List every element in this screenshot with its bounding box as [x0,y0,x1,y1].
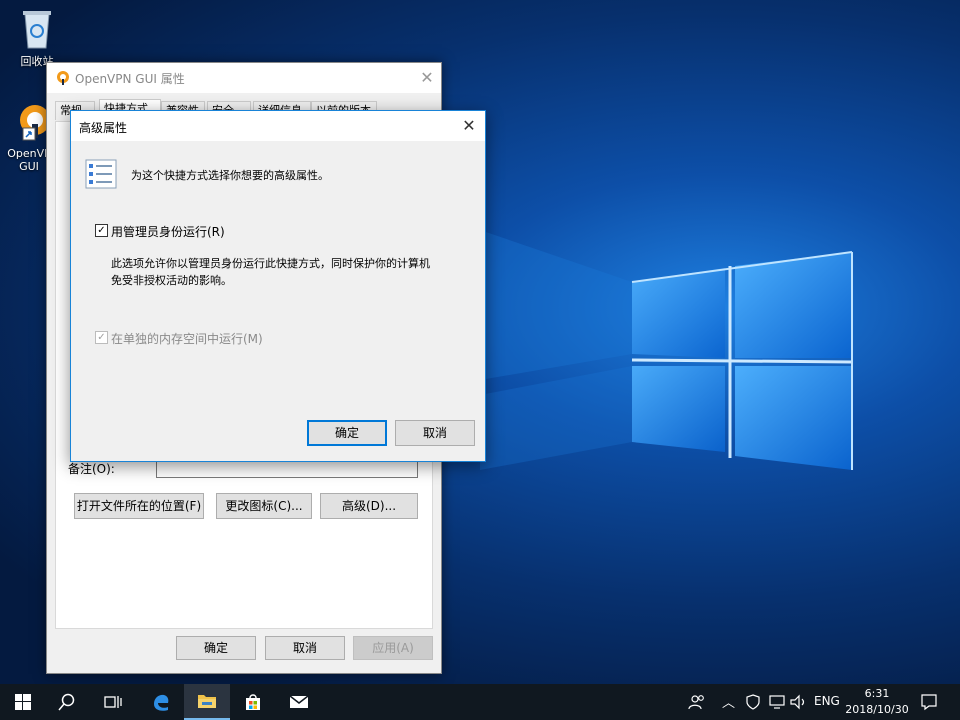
task-view-button[interactable] [90,684,136,720]
checklist-icon [85,159,117,189]
edge-icon [154,694,169,711]
recycle-bin-icon [23,11,51,49]
close-icon[interactable]: ✕ [415,67,439,89]
separate-memory-label: 在单独的内存空间中运行(M) [111,332,263,346]
file-explorer-icon [198,695,216,708]
search-button[interactable] [44,684,90,720]
store-icon [246,694,260,710]
change-icon-button[interactable]: 更改图标(C)... [216,493,312,519]
openvpn-icon [20,105,50,141]
dialog-ok-button[interactable]: 确定 [307,420,387,446]
ok-button[interactable]: 确定 [176,636,256,660]
task-view-icon [104,696,122,708]
volume-icon[interactable] [790,694,808,710]
properties-title: OpenVPN GUI 属性 [75,72,185,86]
advanced-button[interactable]: 高级(D)... [320,493,418,519]
start-icon [15,694,31,710]
run-as-admin-checkbox[interactable]: ✓ [95,224,108,237]
dialog-titlebar: 高级属性 ✕ [71,111,485,141]
mail-icon [289,695,309,708]
cancel-button[interactable]: 取消 [265,636,345,660]
separate-memory-checkbox: ✓ [95,331,108,344]
store-button[interactable] [230,684,276,720]
taskbar: ︿ ENG 6:31 2018/10/30 [0,684,960,720]
clock-time: 6:31 [864,687,890,700]
file-explorer-button[interactable] [184,684,230,720]
edge-button[interactable] [138,684,184,720]
dialog-title: 高级属性 [79,121,128,135]
search-icon [58,693,75,711]
people-icon[interactable] [688,693,706,711]
start-button[interactable] [0,684,46,720]
language-indicator[interactable]: ENG [814,694,840,708]
desktop-icon-recycle-bin[interactable]: 回收站 [2,6,72,69]
dialog-header-text: 为这个快捷方式选择你想要的高级属性。 [131,169,329,182]
advanced-properties-dialog: 高级属性 ✕ 为这个快捷方式选择你想要的高级属性。 ✓ 用管理员身份运行(R) … [70,110,486,462]
mail-button[interactable] [276,684,322,720]
dialog-cancel-button[interactable]: 取消 [395,420,475,446]
network-icon[interactable] [768,694,786,710]
security-shield-icon[interactable] [746,694,760,710]
close-icon[interactable]: ✕ [457,115,481,137]
openvpn-icon [57,71,69,85]
description-line-1: 此选项允许你以管理员身份运行此快捷方式，同时保护你的计算机 [111,257,430,270]
open-file-location-button[interactable]: 打开文件所在的位置(F) [74,493,204,519]
action-center-icon[interactable] [920,693,938,711]
comment-label: 备注(O): [68,462,115,476]
clock-date: 2018/10/30 [845,703,909,716]
properties-titlebar: OpenVPN GUI 属性 ✕ [47,63,441,93]
apply-button[interactable]: 应用(A) [353,636,433,660]
clock[interactable]: 6:31 2018/10/30 [844,686,910,718]
chevron-up-icon[interactable]: ︿ [722,692,735,711]
run-as-admin-description: 此选项允许你以管理员身份运行此快捷方式，同时保护你的计算机 免受非授权活动的影响… [111,255,430,289]
description-line-2: 免受非授权活动的影响。 [111,274,232,287]
run-as-admin-label[interactable]: 用管理员身份运行(R) [111,223,225,240]
